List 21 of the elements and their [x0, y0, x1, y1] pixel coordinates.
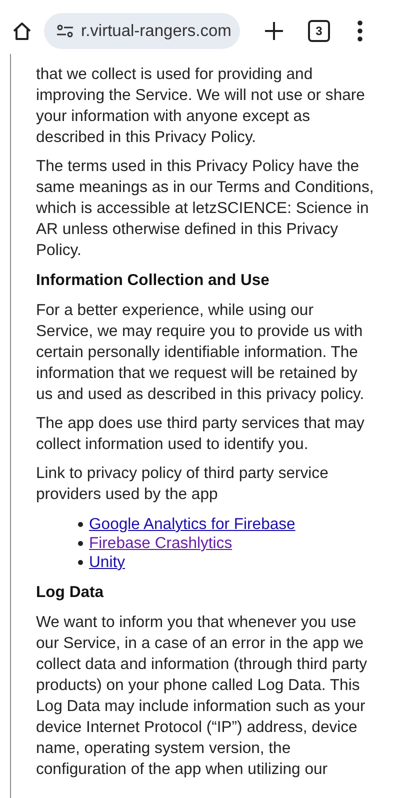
section-heading: Log Data	[36, 583, 105, 603]
address-bar[interactable]: r.virtual-rangers.com	[44, 13, 240, 49]
home-icon[interactable]	[12, 21, 32, 41]
bullet-icon	[78, 541, 83, 546]
link[interactable]: Firebase Crashlytics	[89, 534, 232, 553]
link[interactable]: Google Analytics for Firebase	[89, 515, 296, 534]
tab-count-button[interactable]: 3	[308, 20, 330, 42]
section-heading: Information Collection and Use	[36, 271, 270, 291]
paragraph: that we collect is used for providing and improving the Service. We will not use or share your information with anyone except as described in this Privacy Policy.	[36, 65, 366, 148]
bullet-icon	[78, 522, 83, 527]
paragraph: For a better experience, while using our Service, we may require you to provide us with certain personally identifiable information. The information that we request will be retained by us and used as described in this privacy policy.	[36, 301, 366, 405]
paragraph: We want to inform you that whenever you use our Service, in a case of an error in the app we collect data and information (through third party products) on your phone called Log Data. This Log Data may include information such as your device Internet Protocol (“IP”) address, device name, operating system version, the configuration of the app when utilizing our	[36, 613, 368, 780]
paragraph: Link to privacy policy of third party service providers used by the app	[36, 464, 330, 505]
new-tab-icon[interactable]	[264, 21, 284, 41]
site-settings-icon[interactable]	[56, 24, 74, 38]
paragraph: The terms used in this Privacy Policy have the same meanings as in our Terms and Conditions, which is accessible at letzSCIENCE: Science in AR unless otherwise defined in this Privacy Policy.	[36, 157, 374, 261]
paragraph: The app does use third party services that may collect information used to identify you.	[36, 414, 366, 455]
menu-icon[interactable]	[357, 20, 363, 42]
bullet-icon	[78, 560, 83, 565]
link[interactable]: Unity	[89, 553, 125, 572]
url-text: r.virtual-rangers.com	[81, 22, 232, 40]
